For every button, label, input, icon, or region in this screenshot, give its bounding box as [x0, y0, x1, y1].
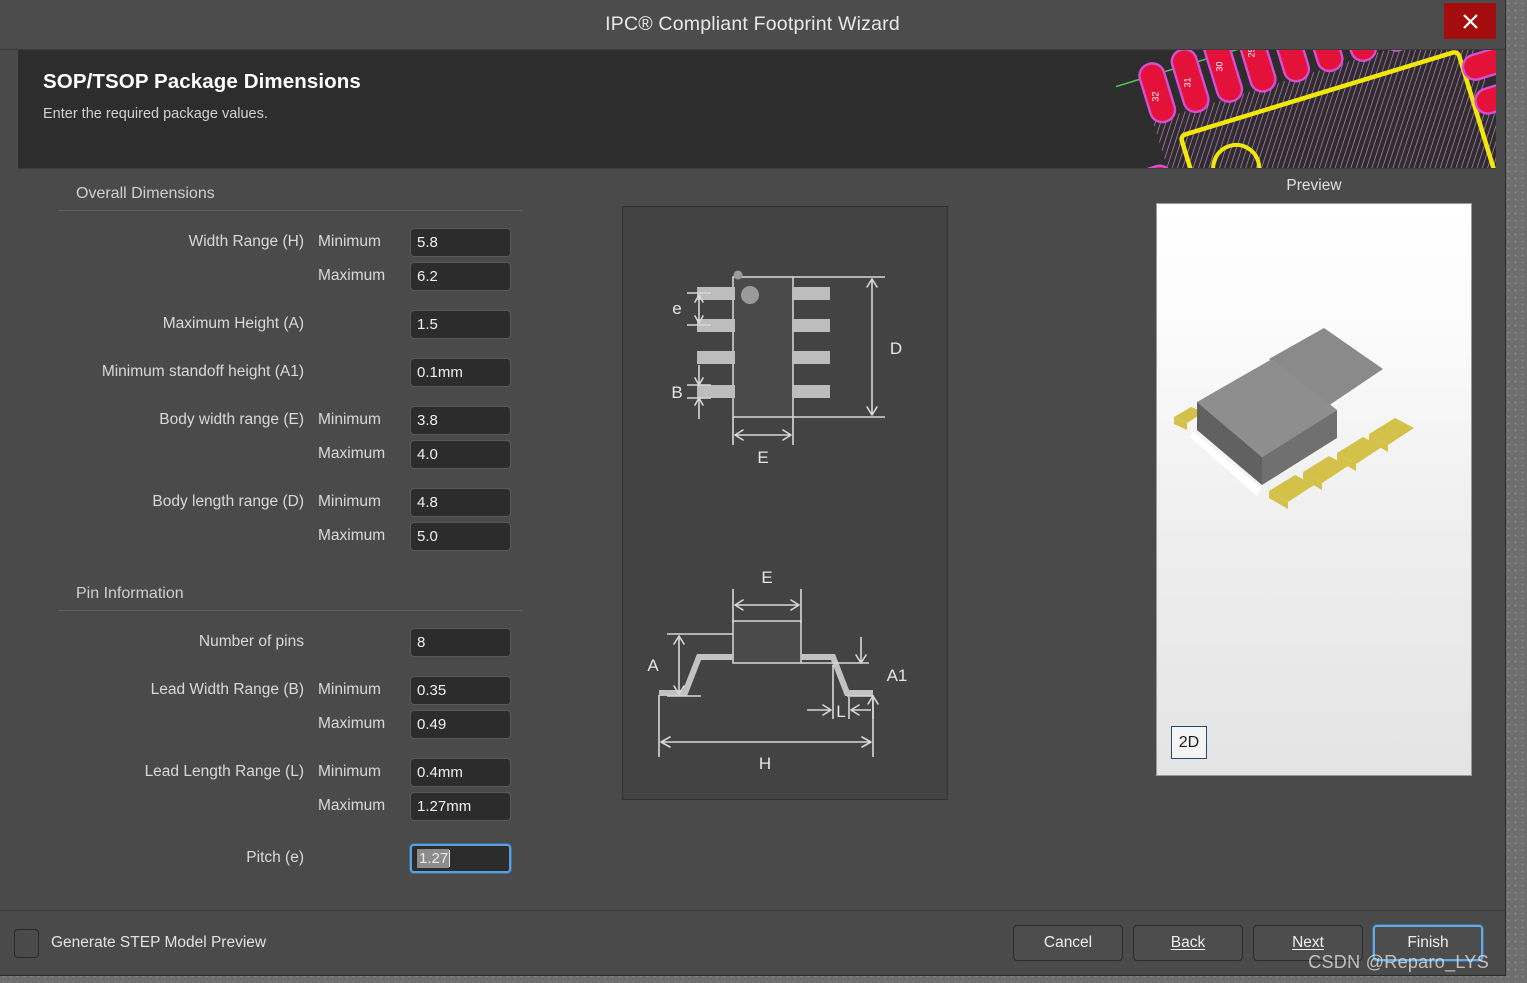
label-body-width-range: Body width range (E) [159, 411, 304, 428]
label-minimum: Minimum [318, 493, 381, 510]
finish-button[interactable]: Finish [1373, 925, 1483, 961]
row-body-length-range-max: Maximum 5.0 [58, 519, 523, 553]
page-title: SOP/TSOP Package Dimensions [43, 70, 361, 93]
dim-label-d: D [890, 339, 902, 358]
row-body-width-range-max: Maximum 4.0 [58, 437, 523, 471]
close-icon [1461, 12, 1480, 31]
row-pitch: Pitch (e) 1.27 [58, 841, 523, 875]
number-of-pins-input[interactable]: 8 [410, 627, 511, 657]
package-dimension-diagram: e B D E E A A1 L H [622, 206, 948, 800]
back-button-label: Back [1170, 934, 1206, 951]
label-minimum: Minimum [318, 411, 381, 428]
body-length-range-min-input[interactable]: 4.8 [410, 487, 511, 517]
row-width-range: Width Range (H) Minimum 5.8 [58, 225, 523, 259]
preview-panel: Preview 2D [1156, 177, 1472, 776]
label-minimum: Minimum [318, 681, 381, 698]
dim-label-e-side: E [761, 568, 772, 587]
label-lead-length-range: Lead Length Range (L) [144, 763, 304, 780]
lead-width-range-max-input[interactable]: 0.49 [410, 709, 511, 739]
text-caret [449, 849, 451, 867]
pitch-input[interactable]: 1.27 [410, 843, 511, 873]
body-width-range-max-input[interactable]: 4.0 [410, 439, 511, 469]
row-maximum-height: Maximum Height (A) 1.5 [58, 307, 523, 341]
label-minimum-standoff-height: Minimum standoff height (A1) [101, 363, 304, 380]
label-maximum: Maximum [318, 715, 386, 732]
wizard-header-banner: SOP/TSOP Package Dimensions Enter the re… [18, 50, 1496, 168]
row-number-of-pins: Number of pins 8 [58, 625, 523, 659]
next-button-label: Next [1292, 934, 1324, 951]
label-maximum: Maximum [318, 797, 386, 814]
row-body-width-range: Body width range (E) Minimum 3.8 [58, 403, 523, 437]
dim-label-a: A [647, 656, 659, 675]
dialog-body: Overall Dimensions Width Range (H) Minim… [18, 168, 1496, 910]
lead-length-range-min-input[interactable]: 0.4mm [410, 757, 511, 787]
lead-width-range-min-input[interactable]: 0.35 [410, 675, 511, 705]
preview-label: Preview [1286, 177, 1342, 194]
row-lead-length-range-max: Maximum 1.27mm [58, 789, 523, 823]
close-button[interactable] [1444, 3, 1496, 39]
title-bar: IPC® Compliant Footprint Wizard [0, 0, 1505, 50]
width-range-min-input[interactable]: 5.8 [410, 227, 511, 257]
button-group: Cancel Back Next Finish [1013, 925, 1495, 961]
row-body-length-range: Body length range (D) Minimum 4.8 [58, 485, 523, 519]
generate-step-model-label: Generate STEP Model Preview [51, 934, 267, 951]
label-minimum: Minimum [318, 233, 381, 250]
row-lead-width-range: Lead Width Range (B) Minimum 0.35 [58, 673, 523, 707]
page-subtitle: Enter the required package values. [43, 106, 268, 122]
label-maximum: Maximum [318, 445, 386, 462]
pitch-input-selected-text: 1.27 [417, 848, 450, 868]
label-maximum-height: Maximum Height (A) [162, 315, 304, 332]
row-lead-length-range: Lead Length Range (L) Minimum 0.4mm [58, 755, 523, 789]
window-title: IPC® Compliant Footprint Wizard [605, 13, 900, 35]
cancel-button[interactable]: Cancel [1013, 925, 1123, 961]
dim-label-l: L [836, 702, 845, 721]
banner-text: SOP/TSOP Package Dimensions Enter the re… [18, 50, 1496, 122]
next-button[interactable]: Next [1253, 925, 1363, 961]
section-overall-dimensions: Overall Dimensions [58, 183, 523, 211]
wizard-dialog: IPC® Compliant Footprint Wizard SOP/TSOP… [0, 0, 1506, 976]
label-minimum: Minimum [318, 763, 381, 780]
row-minimum-standoff-height: Minimum standoff height (A1) 0.1mm [58, 355, 523, 389]
back-button[interactable]: Back [1133, 925, 1243, 961]
body-width-range-min-input[interactable]: 3.8 [410, 405, 511, 435]
width-range-max-input[interactable]: 6.2 [410, 261, 511, 291]
section-pin-information: Pin Information [58, 583, 523, 611]
label-number-of-pins: Number of pins [198, 633, 304, 650]
label-maximum: Maximum [318, 527, 386, 544]
body-length-range-max-input[interactable]: 5.0 [410, 521, 511, 551]
label-pitch: Pitch (e) [246, 849, 304, 866]
preview-viewport[interactable]: 2D [1156, 203, 1472, 776]
minimum-standoff-height-input[interactable]: 0.1mm [410, 357, 511, 387]
maximum-height-input[interactable]: 1.5 [410, 309, 511, 339]
dialog-footer: Generate STEP Model Preview Cancel Back … [0, 910, 1505, 975]
row-lead-width-range-max: Maximum 0.49 [58, 707, 523, 741]
label-body-length-range: Body length range (D) [152, 493, 304, 510]
view-toggle-2d-button[interactable]: 2D [1171, 726, 1207, 759]
label-width-range: Width Range (H) [188, 233, 304, 250]
dim-label-b: B [671, 383, 682, 402]
lead-length-range-max-input[interactable]: 1.27mm [410, 791, 511, 821]
dim-label-e: e [672, 299, 681, 318]
label-maximum: Maximum [318, 267, 386, 284]
dim-label-a1: A1 [887, 666, 908, 685]
dimensions-form: Overall Dimensions Width Range (H) Minim… [58, 183, 523, 875]
generate-step-model-checkbox[interactable] [14, 928, 39, 958]
dim-label-e-body: E [757, 448, 768, 467]
sop-package-3d-model [1174, 328, 1414, 509]
row-width-range-max: Maximum 6.2 [58, 259, 523, 293]
label-lead-width-range: Lead Width Range (B) [150, 681, 304, 698]
dim-label-h: H [759, 754, 771, 773]
